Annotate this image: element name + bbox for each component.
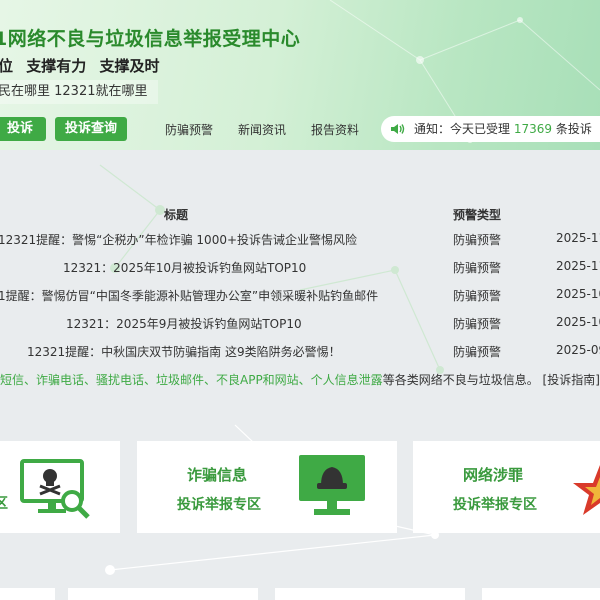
card-cyber-crime[interactable]: 网络涉罪 投诉举报专区: [413, 441, 600, 533]
nav-reports[interactable]: 报告资料: [311, 121, 359, 138]
card-strip: [68, 588, 258, 600]
card-subtitle: 投诉举报专区: [177, 497, 261, 513]
news-type: 防骗预警: [453, 289, 502, 303]
news-date: 2025-11: [556, 259, 600, 273]
site-slogan: 位 支撑有力 支撑及时: [0, 57, 160, 75]
news-row[interactable]: 1提醒：警惕仿冒“中国冬季能源补贴管理办公室”申领采暖补贴钓鱼邮件 防骗预警 2…: [0, 287, 600, 315]
hacker-monitor-icon: [299, 455, 365, 515]
news-col-type: 预警类型: [453, 208, 502, 222]
card-strip: [275, 588, 465, 600]
card-title: 诈骗信息: [187, 466, 248, 484]
news-date: 2025-09: [556, 343, 600, 357]
complaint-scope-text: 圾短信、诈骗电话、骚扰电话、垃圾邮件、不良APP和网站、个人信息泄露等各类网络不…: [0, 371, 600, 388]
card-subtitle: 区: [0, 496, 8, 512]
card-malware-report[interactable]: 区: [0, 441, 120, 533]
complaint-guide-link[interactable]: [投诉指南]: [543, 373, 600, 387]
news-title[interactable]: 1提醒：警惕仿冒“中国冬季能源补贴管理办公室”申领采暖补贴钓鱼邮件: [0, 287, 378, 304]
nav-news[interactable]: 新闻资讯: [238, 121, 286, 138]
news-title[interactable]: 12321提醒：警惕“企税办”年检诈骗 1000+投诉告诫企业警惕风险: [0, 231, 357, 248]
news-type: 防骗预警: [453, 233, 502, 247]
card-strip: [0, 588, 55, 600]
site-subslogan: 民在哪里 12321就在哪里: [0, 80, 158, 104]
notice-bar: 通知：今天已受理 17369 条投诉: [381, 116, 600, 142]
news-type: 防骗预警: [453, 261, 502, 275]
news-title[interactable]: 12321提醒：中秋国庆双节防骗指南 这9类陷阱务必警惕！: [27, 343, 341, 360]
complaint-categories: 圾短信、诈骗电话、骚扰电话、垃圾邮件、不良APP和网站、个人信息泄露: [0, 373, 383, 387]
speaker-icon: [391, 124, 405, 134]
notice-text: 通知：今天已受理 17369 条投诉: [414, 122, 592, 136]
news-type: 防骗预警: [453, 317, 502, 331]
news-title[interactable]: 12321：2025年10月被投诉钓鱼网站TOP10: [63, 259, 306, 276]
news-col-title: 标题: [164, 208, 189, 222]
news-date: 2025-10: [556, 315, 600, 329]
card-strip: [482, 588, 600, 600]
notice-count: 17369: [513, 122, 553, 136]
news-row[interactable]: 12321提醒：中秋国庆双节防骗指南 这9类陷阱务必警惕！ 防骗预警 2025-…: [0, 343, 600, 371]
police-star-icon: [573, 465, 600, 515]
complaint-query-button[interactable]: 投诉查询: [55, 117, 127, 141]
site-title: 1网络不良与垃圾信息举报受理中心: [0, 28, 301, 50]
news-date: 2025-11: [556, 231, 600, 245]
news-type: 防骗预警: [453, 345, 502, 359]
news-row[interactable]: 12321提醒：警惕“企税办”年检诈骗 1000+投诉告诫企业警惕风险 防骗预警…: [0, 231, 600, 259]
nav-fraud-alert[interactable]: 防骗预警: [165, 121, 213, 138]
card-fraud-info[interactable]: 诈骗信息 投诉举报专区: [137, 441, 397, 533]
skull-monitor-icon: [20, 459, 90, 519]
card-subtitle: 投诉举报专区: [453, 497, 537, 513]
news-row[interactable]: 12321：2025年9月被投诉钓鱼网站TOP10 防骗预警 2025-10: [0, 315, 600, 343]
news-row[interactable]: 12321：2025年10月被投诉钓鱼网站TOP10 防骗预警 2025-11: [0, 259, 600, 287]
news-title[interactable]: 12321：2025年9月被投诉钓鱼网站TOP10: [66, 315, 302, 332]
news-date: 2025-10: [556, 287, 600, 301]
complaint-button[interactable]: 投诉: [0, 117, 46, 141]
card-title: 网络涉罪: [463, 466, 524, 484]
site-header: 1网络不良与垃圾信息举报受理中心 位 支撑有力 支撑及时 民在哪里 12321就…: [0, 0, 600, 150]
